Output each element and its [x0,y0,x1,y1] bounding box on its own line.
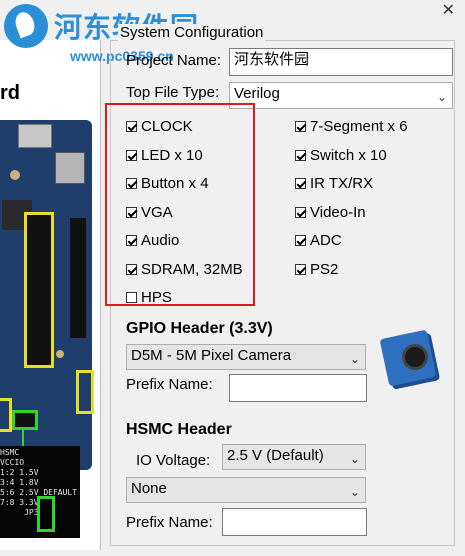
chevron-down-icon: ⌄ [436,90,447,104]
hsmc-prefix-input[interactable] [222,508,367,536]
checkbox-checked-icon[interactable] [295,149,306,161]
checkbox-label: PS2 [310,260,339,278]
capacitor-graphic [56,350,64,358]
gpio-prefix-label: Prefix Name: [126,376,213,393]
checkbox-checked-icon[interactable] [295,235,306,246]
checkbox-checked-icon[interactable] [295,121,306,132]
board-image: rd HSMC VCCIO 1:2 1.5V 3:4 1.8V 5:6 2.5V… [0,40,101,550]
gpio-device-select[interactable]: D5M - 5M Pixel Camera ⌄ [126,344,366,370]
io-voltage-value: 2.5 V (Default) [227,447,324,464]
hsmc-device-value: None [131,480,167,497]
checkbox-label: ADC [310,232,342,249]
checkbox-label: IR TX/RX [310,175,374,192]
checkbox-switch-x-10[interactable]: Switch x 10 [295,147,387,164]
checkbox-checked-icon[interactable] [295,206,306,218]
checkbox-label: Switch x 10 [310,146,387,164]
yellow-highlight-box [0,398,12,432]
project-name-label: Project Name: [126,52,222,69]
hsmc-device-select[interactable]: None ⌄ [126,477,366,503]
usb-connector-graphic [18,124,52,148]
checkbox-video-in[interactable]: Video-In [295,204,366,221]
chevron-down-icon: ⌄ [349,485,360,499]
checkbox-checked-icon[interactable] [295,178,306,189]
checkbox-label: Video-In [310,203,366,221]
chevron-down-icon: ⌄ [349,452,360,466]
project-name-input[interactable]: 河东软件园 [229,48,453,76]
checkbox-ps2[interactable]: PS2 [295,261,338,278]
gpio-header-title: GPIO Header (3.3V) [126,320,273,337]
board-title: rd [0,82,20,104]
checkbox-label: 7-Segment x 6 [310,118,408,135]
io-voltage-select[interactable]: 2.5 V (Default) ⌄ [222,444,366,470]
camera-lens-icon [402,344,428,370]
yellow-highlight-box [76,370,94,414]
gpio-prefix-input[interactable] [229,374,367,402]
capacitor-graphic [10,170,20,180]
green-connector-line [22,428,24,446]
port-connector-graphic [55,152,85,184]
system-configuration-legend: System Configuration [118,24,266,41]
top-file-type-label: Top File Type: [126,84,220,101]
hsmc-header-title: HSMC Header [126,421,232,438]
checkbox-ir-tx-rx[interactable]: IR TX/RX [295,175,373,192]
gpio-device-value: D5M - 5M Pixel Camera [131,347,292,364]
close-icon[interactable]: ✕ [442,0,455,20]
chevron-down-icon: ⌄ [349,352,360,366]
green-highlight-box [37,496,55,532]
checkbox-checked-icon[interactable] [295,263,306,275]
red-highlight-box [105,103,255,306]
camera-module-image [379,328,448,390]
hsmc-connector-graphic [70,218,86,338]
top-file-type-value: Verilog [234,85,280,102]
checkbox-adc[interactable]: ADC [295,232,342,249]
io-voltage-label: IO Voltage: [136,452,211,469]
checkbox-7-segment-x-6[interactable]: 7-Segment x 6 [295,118,408,135]
gpio-header-highlight [24,212,54,368]
green-highlight-box [12,410,38,430]
top-file-type-select[interactable]: Verilog ⌄ [229,82,453,109]
watermark-logo-icon [4,4,48,48]
hsmc-prefix-label: Prefix Name: [126,514,213,531]
